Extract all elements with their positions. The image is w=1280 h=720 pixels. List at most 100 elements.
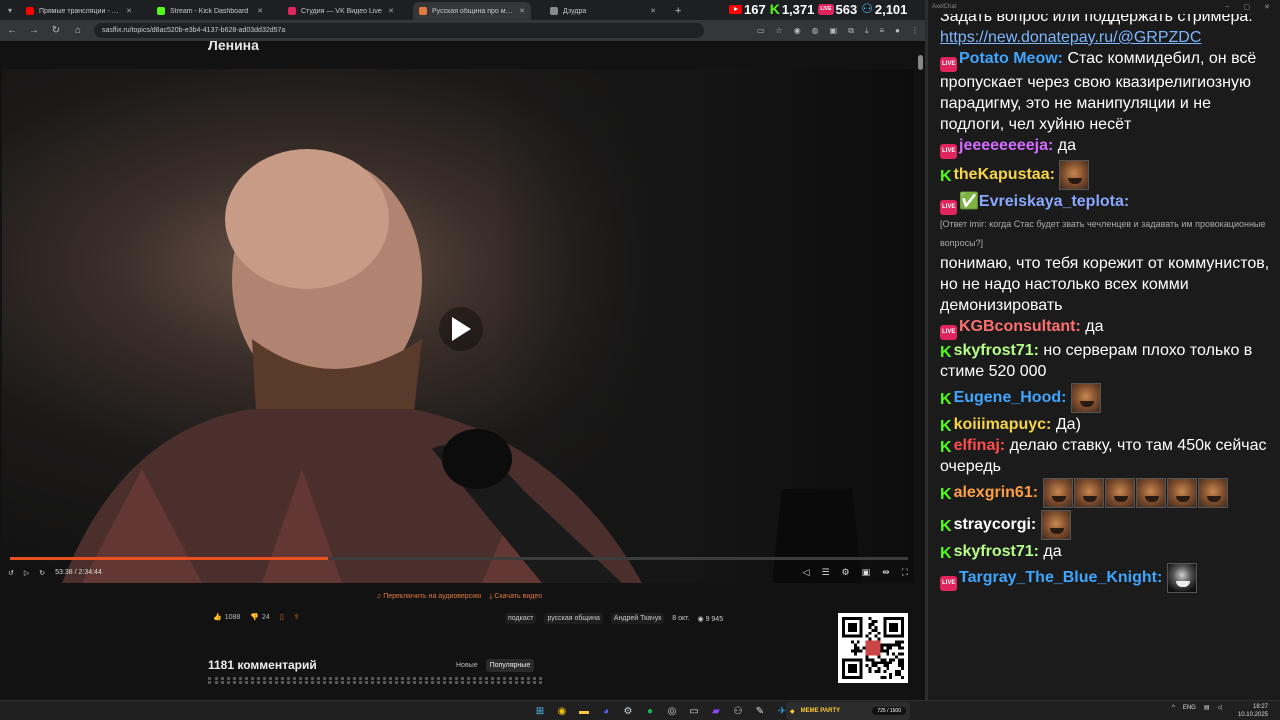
share-icon[interactable]: ⇪ [294,613,300,621]
chat-username[interactable]: jeeeeeeeeja: [959,137,1053,154]
chat-text: да [1043,543,1062,560]
chat-username[interactable]: theKapustaa: [954,166,1055,183]
meme-party-widget[interactable]: ◆ MEME PARTY 725 / 1500 [786,702,910,720]
obs-icon[interactable]: ◎ [664,703,680,719]
bookmark-star-icon[interactable]: ☆ [776,26,783,36]
reading-list-icon[interactable]: ≡ [879,26,884,36]
reload-icon[interactable]: ↻ [50,25,62,36]
tab-close-icon[interactable]: ✕ [126,7,132,15]
vk-live-icon: LIVE [940,576,957,591]
page-scrollbar[interactable] [918,53,923,693]
profile-icon[interactable]: ● [895,26,900,36]
minimize-icon[interactable]: – [1226,3,1230,11]
tab-close-icon[interactable]: ✕ [650,7,656,15]
browser-menu-icon[interactable]: ⋮ [911,26,919,36]
download-icon[interactable]: ⤓ [865,26,869,36]
comment-input[interactable] [208,677,542,684]
tag[interactable]: Андрей Ткачук [610,613,665,624]
play-icon[interactable]: ▷ [24,569,29,577]
home-icon[interactable]: ⌂ [72,25,84,36]
app-icon[interactable]: ⚇ [730,703,746,719]
tab-favicon-icon [288,7,296,15]
chat-username[interactable]: skyfrost71: [954,543,1039,560]
volume-icon[interactable]: ◁ [803,567,810,578]
like-button[interactable]: 👍 1088 [213,613,240,622]
volume-icon[interactable]: ◁ [1218,704,1223,711]
video-progress-bar[interactable] [10,557,908,560]
tray-chevron-icon[interactable]: ^ [1172,705,1175,711]
chat-titlebar: AxelChat – ▢ ✕ [928,0,1280,14]
browser-tab[interactable]: Русская община про мигрантов... ✕ [413,2,531,20]
forward-icon[interactable]: → [28,25,40,36]
chat-text: понимаю, что тебя корежит от коммунистов… [940,255,1270,314]
twitch-icon[interactable]: ▰ [708,703,724,719]
url-field[interactable]: sasflix.ru/topics/d8ac520b-e3b4-4137-b62… [94,23,704,38]
playlist-icon[interactable]: ☰ [821,567,829,578]
start-icon[interactable]: ⊞ [532,703,548,719]
chat-username[interactable]: koiiimapuyc: [954,416,1052,433]
new-tab-button[interactable]: + [675,2,681,20]
browser-tab[interactable]: Прямые трансляции - YouTube ✕ [20,2,138,20]
network-icon[interactable]: ▤ [1204,704,1210,711]
chat-message: KtheKapustaa: [940,159,1270,191]
fullscreen-icon[interactable]: ⛶ [902,567,908,578]
cast-icon[interactable]: ▭ [757,26,765,36]
total-viewers: ⚇ 2,101 [861,1,908,17]
kick-icon: K [940,518,952,535]
extension-icon[interactable]: ◍ [812,26,819,36]
miniplayer-icon[interactable]: ▣ [862,567,871,578]
thumb-up-icon: 👍 [213,614,222,621]
puzzle-icon[interactable]: ⧉ [848,26,854,36]
chat-username[interactable]: Targray_The_Blue_Knight: [959,569,1162,586]
browser-tab[interactable]: Дзудра ✕ [544,2,662,20]
dislike-button[interactable]: 👎 24 [250,613,270,622]
chat-username[interactable]: skyfrost71: [954,342,1039,359]
chat-username[interactable]: KGBconsultant: [959,318,1081,335]
chrome-icon[interactable]: ◉ [554,703,570,719]
download-video-link[interactable]: ⤓ Скачать видео [489,593,542,601]
extension-icon[interactable]: ▣ [830,26,838,36]
tab-title: Прямые трансляции - YouTube [39,7,122,15]
tab-close-icon[interactable]: ✕ [257,7,263,15]
close-icon[interactable]: ✕ [1264,3,1270,11]
forward-skip-icon[interactable]: ↻ [39,569,45,577]
extension-icon[interactable]: ◉ [794,26,801,36]
maximize-icon[interactable]: ▢ [1244,3,1251,11]
sort-popular-tab[interactable]: Популярные [485,659,535,672]
app-icon[interactable]: ✎ [752,703,768,719]
language-indicator[interactable]: ENG [1183,705,1196,711]
chat-username[interactable]: Potato Meow: [959,50,1063,67]
chat-text: да [1057,137,1076,154]
audio-version-link[interactable]: ♫ Переключить на аудиоверсию [376,593,481,601]
chat-username[interactable]: alexgrin61: [954,484,1038,501]
tab-title: Русская община про мигрантов... [432,7,515,15]
kick-icon: K [940,391,952,408]
system-clock[interactable]: 18:27 10.10.2025 [1238,703,1268,719]
theater-icon[interactable]: ⇹ [882,567,890,578]
tab-search-icon[interactable]: ▾ [0,0,20,20]
browser-tab[interactable]: Stream - Kick Dashboard ✕ [151,2,269,20]
tag[interactable]: подкаст [505,613,537,624]
chat-username[interactable]: Eugene_Hood: [954,389,1067,406]
file-explorer-icon[interactable]: ▬ [576,703,592,719]
spotify-icon[interactable]: ● [642,703,658,719]
video-player[interactable] [2,69,914,583]
app-icon[interactable]: ▭ [686,703,702,719]
chat-username[interactable]: Evreiskaya_teplota: [979,193,1129,210]
discord-icon[interactable]: ◕ [598,703,614,719]
steam-icon[interactable]: ⚙ [620,703,636,719]
play-overlay-button[interactable] [439,307,483,351]
vk-live-icon: LIVE [940,200,957,215]
tab-close-icon[interactable]: ✕ [388,7,394,15]
chat-username[interactable]: elfinaj: [954,437,1006,454]
bookmark-icon[interactable]: ▯ [280,613,284,621]
back-icon[interactable]: ← [6,25,18,36]
sort-new-tab[interactable]: Новые [452,659,482,672]
rewind-icon[interactable]: ↺ [8,569,14,577]
chat-username[interactable]: straycorgi: [954,516,1037,533]
browser-tab[interactable]: Студия — VK Видео Live ✕ [282,2,400,20]
tag[interactable]: русская община [544,613,603,624]
donate-link[interactable]: https://new.donatepay.ru/@GRPZDC [940,29,1201,46]
settings-icon[interactable]: ⚙ [842,567,850,578]
tab-close-icon[interactable]: ✕ [519,7,525,15]
